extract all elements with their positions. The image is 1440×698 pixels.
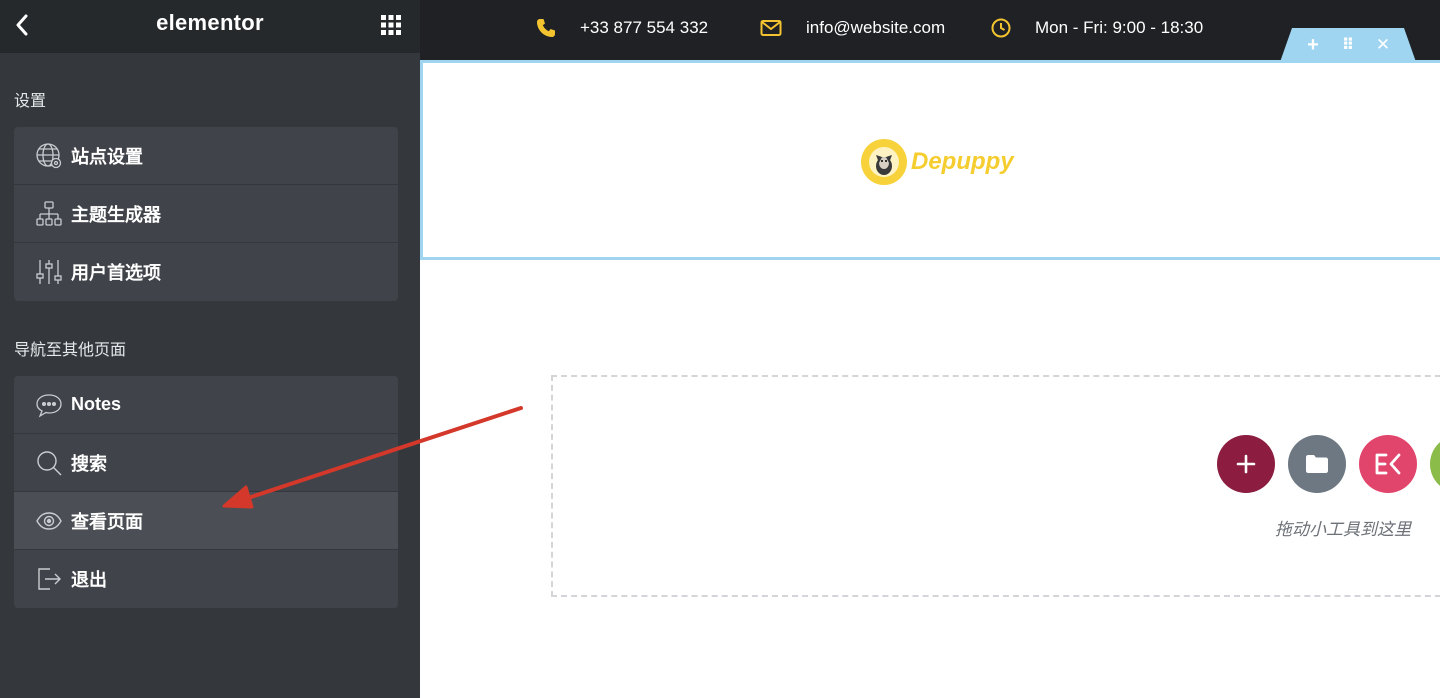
phone-number: +33 877 554 332 [580, 18, 709, 37]
menu-label: 搜索 [71, 453, 107, 474]
menu-label: 用户首选项 [71, 263, 161, 283]
topbar-hours: Mon - Fri: 9:00 - 18:30 [991, 0, 1203, 56]
widget-drop-zone[interactable]: 拖动小工具到这里 [551, 375, 1440, 597]
clock-icon [991, 18, 1011, 38]
plus-icon [1236, 454, 1256, 474]
opening-hours: Mon - Fri: 9:00 - 18:30 [1035, 18, 1204, 37]
eye-icon [35, 507, 63, 535]
delete-section-button[interactable]: ✕ [1372, 34, 1394, 56]
grid-icon [381, 15, 401, 35]
header-section[interactable]: Depuppy [420, 60, 1440, 260]
settings-menu: 站点设置 主题生成器 用户首选项 [14, 127, 398, 301]
template-library-button[interactable] [1288, 435, 1346, 493]
menu-item-site-settings[interactable]: 站点设置 [14, 127, 398, 185]
exit-icon [35, 565, 63, 593]
widgets-grid-button[interactable] [381, 15, 401, 35]
panel-header: elementor [0, 0, 420, 53]
menu-label: 站点设置 [71, 146, 143, 167]
logo-brand-text: Depuppy [911, 148, 1014, 175]
add-new-section-button[interactable] [1217, 435, 1275, 493]
sliders-icon [35, 258, 63, 286]
navigate-menu: Notes 搜索 查看页面 退出 [14, 376, 398, 608]
panel-title: elementor [156, 10, 264, 35]
menu-item-user-preferences[interactable]: 用户首选项 [14, 243, 398, 301]
menu-item-theme-builder[interactable]: 主题生成器 [14, 185, 398, 243]
menu-label: Notes [71, 394, 122, 414]
topbar-email: info@website.com [760, 0, 945, 56]
menu-item-notes[interactable]: Notes [14, 376, 398, 434]
page-canvas: Depuppy 拖动小工具到这里 [420, 60, 1440, 698]
move-section-button[interactable]: ⠿ [1337, 34, 1359, 56]
menu-label: 主题生成器 [71, 204, 161, 225]
menu-item-search[interactable]: 搜索 [14, 434, 398, 492]
settings-section-title: 设置 [14, 93, 47, 110]
navigate-section-title: 导航至其他页面 [14, 342, 127, 359]
phone-icon [537, 19, 555, 37]
sitemap-icon [35, 200, 63, 228]
drop-hint-text: 拖动小工具到这里 [1275, 520, 1411, 539]
add-section-button[interactable]: + [1302, 34, 1324, 56]
ekit-icon [1375, 453, 1401, 475]
email-address: info@website.com [806, 18, 946, 37]
extra-template-button[interactable] [1430, 435, 1440, 493]
menu-item-exit[interactable]: 退出 [14, 550, 398, 608]
site-logo[interactable]: Depuppy [861, 139, 1014, 185]
menu-label: 查看页面 [71, 511, 143, 532]
envelope-icon [760, 20, 782, 36]
topbar-phone: +33 877 554 332 [536, 0, 708, 56]
search-icon [35, 449, 63, 477]
section-handle: + ⠿ ✕ [1280, 28, 1416, 62]
globe-settings-icon [35, 142, 63, 170]
logo-badge [861, 139, 907, 185]
menu-item-view-page[interactable]: 查看页面 [14, 492, 398, 550]
menu-label: 退出 [71, 570, 107, 590]
elementor-panel: elementor 设置 站点设置 主题生成器 用户首选项 导航至其他页面 No… [0, 0, 420, 698]
elementskit-template-button[interactable] [1359, 435, 1417, 493]
folder-icon [1306, 455, 1328, 473]
chat-bubble-icon [35, 391, 63, 419]
